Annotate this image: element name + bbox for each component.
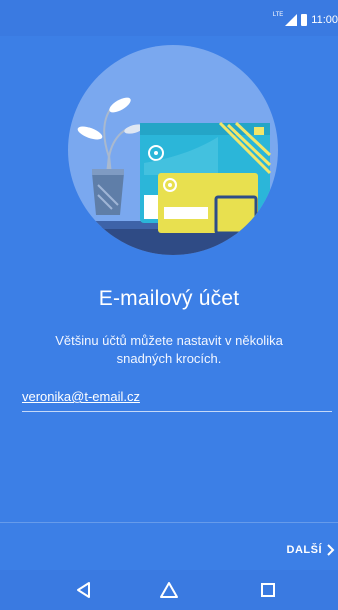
chevron-right-icon xyxy=(327,544,335,556)
envelope-card-yellow xyxy=(144,173,258,235)
navigation-bar xyxy=(0,570,338,610)
recents-square-icon[interactable] xyxy=(258,580,278,600)
next-button[interactable]: DALŠÍ xyxy=(287,538,338,562)
page-title: E-mailový účet xyxy=(98,287,240,310)
signal-icon xyxy=(285,14,298,26)
battery-icon xyxy=(301,14,308,26)
status-bar: LTE 11:00 xyxy=(0,0,338,36)
network-type: LTE xyxy=(272,12,284,18)
next-button-label: DALŠÍ xyxy=(286,544,322,556)
status-icons: LTE 11:00 xyxy=(273,12,338,28)
email-input[interactable] xyxy=(22,382,332,412)
home-icon[interactable] xyxy=(159,580,179,600)
back-triangle-icon[interactable] xyxy=(74,580,94,600)
clock: 11:00 xyxy=(311,14,338,26)
footer-divider xyxy=(0,522,338,523)
email-account-illustration xyxy=(68,45,278,255)
page-subtitle: Většinu účtů můžete nastavit v několika … xyxy=(55,333,283,366)
